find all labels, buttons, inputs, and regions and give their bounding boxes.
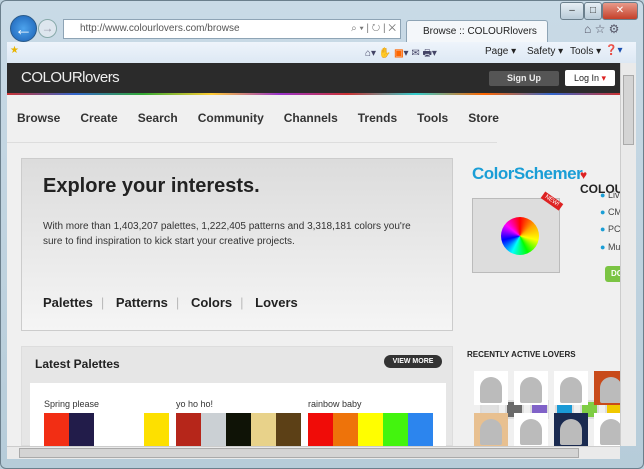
address-bar[interactable]: http://www.colourlovers.com/browse ⌕ ▾ | … bbox=[63, 19, 401, 39]
nav-channels[interactable]: Channels bbox=[274, 103, 348, 142]
tab-title: Browse :: COLOURlovers bbox=[423, 26, 537, 37]
toolbar-icons[interactable]: ⌂▾ ✋ ▣▾ ✉ 🖶▾ bbox=[365, 46, 437, 63]
color-swatch[interactable] bbox=[144, 413, 169, 446]
avatar[interactable] bbox=[514, 413, 548, 446]
lovers-row bbox=[474, 371, 620, 405]
horizontal-scrollbar[interactable] bbox=[7, 446, 620, 459]
new-badge: NEW! bbox=[540, 191, 564, 211]
app-screenshot[interactable]: NEW! bbox=[472, 191, 564, 273]
avatar[interactable] bbox=[474, 413, 508, 446]
hero-text: With more than 1,403,207 palettes, 1,222… bbox=[43, 221, 411, 247]
home-star-gear-icons[interactable]: ⌂ ☆ ⚙ bbox=[584, 22, 619, 36]
vertical-scrollbar[interactable] bbox=[620, 63, 636, 446]
latest-palettes-panel: Latest Palettes VIEW MORE Spring please y… bbox=[21, 346, 453, 446]
avatar[interactable] bbox=[594, 371, 620, 405]
sign-up-button[interactable]: Sign Up bbox=[489, 71, 559, 86]
color-swatch[interactable] bbox=[276, 413, 301, 446]
avatar[interactable] bbox=[594, 413, 620, 446]
url-text: http://www.colourlovers.com/browse bbox=[80, 23, 240, 34]
menu-tools[interactable]: Tools ▾ bbox=[570, 46, 601, 57]
feature-bullet: PC bbox=[600, 224, 620, 234]
menu-page[interactable]: Page ▾ bbox=[485, 46, 516, 57]
color-wheel-icon bbox=[501, 217, 539, 255]
feature-bullet: Liv bbox=[600, 190, 620, 200]
nav-store[interactable]: Store bbox=[458, 103, 509, 142]
sidebar: ColorSchemer ♥ COLOU NEW! Liv CM PC Mu D… bbox=[462, 158, 620, 446]
nav-search[interactable]: Search bbox=[128, 103, 188, 142]
color-swatch[interactable] bbox=[201, 413, 226, 446]
log-in-button[interactable]: Log In ▾ bbox=[565, 70, 615, 86]
avatar[interactable] bbox=[554, 413, 588, 446]
palette-name: Spring please bbox=[44, 399, 100, 409]
menu-safety[interactable]: Safety ▾ bbox=[527, 46, 563, 57]
palette-swatches bbox=[176, 413, 301, 446]
hero-panel: Explore your interests. With more than 1… bbox=[21, 158, 453, 331]
palette-card[interactable]: rainbow baby bbox=[308, 399, 433, 446]
color-swatch[interactable] bbox=[408, 413, 433, 446]
back-button[interactable]: ← bbox=[10, 15, 37, 42]
color-swatch[interactable] bbox=[69, 413, 94, 446]
command-bar: ★ ⌂▾ ✋ ▣▾ ✉ 🖶▾ Page ▾ Safety ▾ Tools ▾ ❓… bbox=[7, 42, 636, 63]
palette-swatches bbox=[308, 413, 433, 446]
color-swatch[interactable] bbox=[308, 413, 333, 446]
browser-tab[interactable]: Browse :: COLOURlovers bbox=[406, 20, 548, 42]
color-swatch[interactable] bbox=[333, 413, 358, 446]
color-swatch[interactable] bbox=[226, 413, 251, 446]
color-swatch[interactable] bbox=[94, 413, 119, 446]
color-swatch[interactable] bbox=[44, 413, 69, 446]
avatar[interactable] bbox=[554, 371, 588, 405]
main-nav: Browse Create Search Community Channels … bbox=[7, 103, 499, 143]
color-swatch[interactable] bbox=[176, 413, 201, 446]
hero-title: Explore your interests. bbox=[43, 175, 260, 197]
download-button[interactable]: DO bbox=[605, 266, 620, 282]
color-swatch[interactable] bbox=[383, 413, 408, 446]
nav-tools[interactable]: Tools bbox=[407, 103, 458, 142]
web-page: COLOURlovers Sign Up Log In ▾ Browse Cre… bbox=[7, 63, 620, 446]
link-lovers[interactable]: Lovers bbox=[255, 295, 298, 310]
recently-active-title: RECENTLY ACTIVE LOVERS bbox=[467, 350, 576, 359]
palette-card[interactable]: yo ho ho! bbox=[176, 399, 301, 446]
color-stripe bbox=[7, 93, 620, 95]
view-more-button[interactable]: VIEW MORE bbox=[384, 355, 442, 368]
color-swatch[interactable] bbox=[251, 413, 276, 446]
nav-create[interactable]: Create bbox=[70, 103, 127, 142]
nav-browse[interactable]: Browse bbox=[7, 103, 70, 142]
maximize-button[interactable]: □ bbox=[584, 2, 602, 20]
feature-bullet: CM bbox=[600, 207, 620, 217]
latest-palettes-title: Latest Palettes bbox=[35, 357, 120, 371]
favorites-star-icon[interactable]: ★ bbox=[10, 45, 19, 56]
palette-name: yo ho ho! bbox=[176, 399, 214, 409]
colorschemer-logo[interactable]: ColorSchemer bbox=[472, 164, 583, 184]
forward-button[interactable]: → bbox=[38, 19, 57, 38]
avatar[interactable] bbox=[514, 371, 548, 405]
color-swatch[interactable] bbox=[119, 413, 144, 446]
hero-links: Palettes | Patterns | Colors | Lovers bbox=[43, 295, 298, 310]
feature-bullet: Mu bbox=[600, 242, 620, 252]
refresh-icon[interactable]: ⌕ ▾ | ↻ | ✕ bbox=[351, 20, 396, 38]
nav-community[interactable]: Community bbox=[188, 103, 274, 142]
link-palettes[interactable]: Palettes bbox=[43, 295, 93, 310]
help-icon[interactable]: ❓▾ bbox=[605, 45, 622, 56]
color-swatch[interactable] bbox=[358, 413, 383, 446]
link-colors[interactable]: Colors bbox=[191, 295, 232, 310]
nav-trends[interactable]: Trends bbox=[348, 103, 407, 142]
close-window-button[interactable]: ✕ bbox=[602, 2, 638, 20]
link-patterns[interactable]: Patterns bbox=[116, 295, 168, 310]
palette-card[interactable]: Spring please bbox=[44, 399, 169, 446]
minimize-button[interactable]: – bbox=[560, 2, 584, 20]
palettes-list: Spring please yo ho ho! rainbow baby bbox=[30, 383, 446, 446]
lovers-row bbox=[474, 413, 620, 446]
avatar[interactable] bbox=[474, 371, 508, 405]
site-logo[interactable]: COLOURlovers bbox=[21, 69, 120, 86]
palette-name: rainbow baby bbox=[308, 399, 362, 409]
palette-swatches bbox=[44, 413, 169, 446]
